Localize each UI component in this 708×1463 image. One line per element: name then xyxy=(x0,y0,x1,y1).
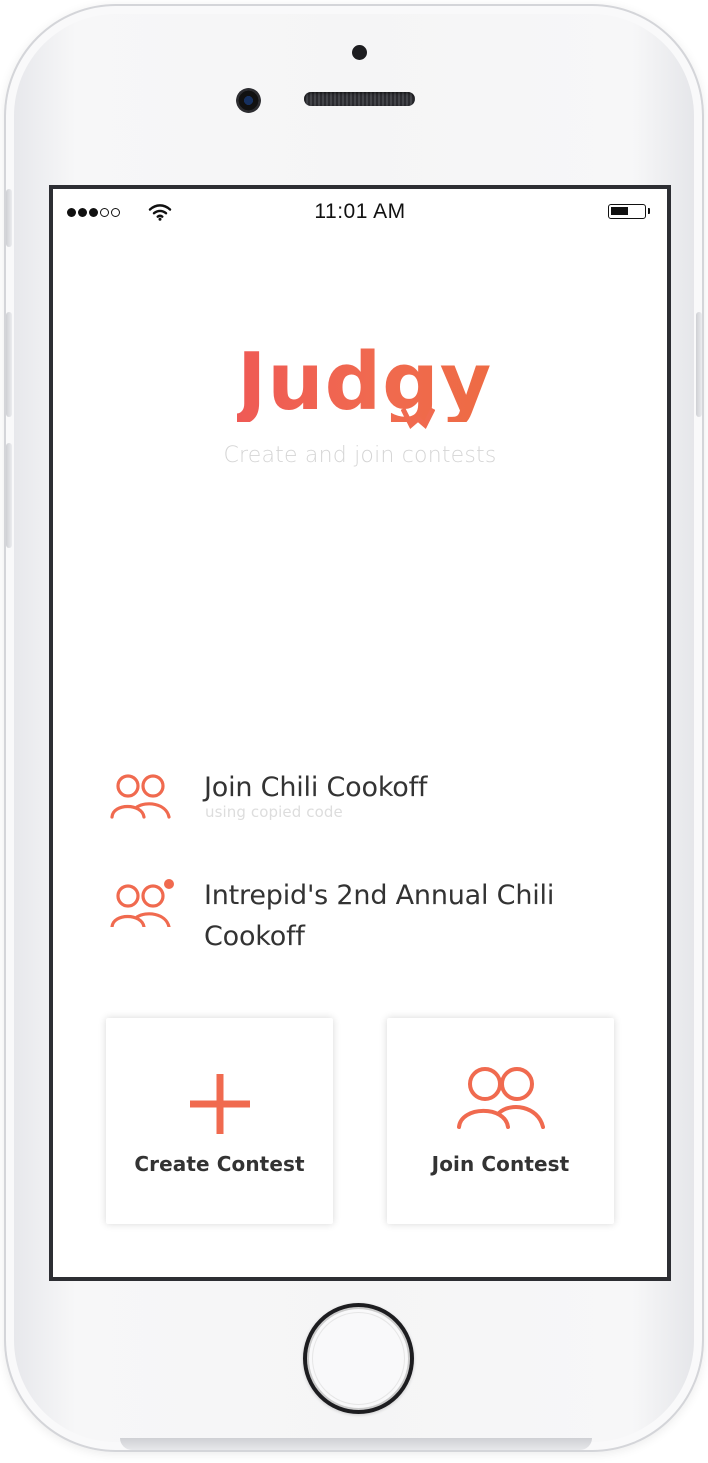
award-ribbon-icon xyxy=(401,407,435,429)
volume-up-button xyxy=(6,312,12,417)
recent-contest-subtitle: using copied code xyxy=(205,803,343,821)
group-notification-icon xyxy=(110,879,174,927)
recent-contest-intrepid[interactable]: Intrepid's 2nd Annual Chili Cookoff xyxy=(108,875,628,967)
group-icon xyxy=(456,1067,545,1129)
judgy-logo: Judgy xyxy=(237,339,491,435)
mute-switch xyxy=(6,189,12,247)
battery-outline xyxy=(608,204,646,219)
status-bar: 11:01 AM xyxy=(53,189,667,235)
power-button xyxy=(696,312,702,417)
device-bottom-edge xyxy=(120,1438,592,1450)
brand-name: Judgy xyxy=(237,336,493,428)
recent-contest-title: Intrepid's 2nd Annual Chili Cookoff xyxy=(204,880,555,952)
proximity-sensor xyxy=(352,45,367,60)
create-contest-label: Create Contest xyxy=(134,1152,305,1176)
recent-contest-title: Join Chili Cookoff xyxy=(204,772,428,803)
join-contest-label: Join Contest xyxy=(431,1152,570,1176)
app-screen: 11:01 AM Judgy Create and join contests xyxy=(49,185,671,1281)
front-camera-icon xyxy=(236,88,261,113)
group-icon xyxy=(110,774,171,819)
earpiece-speaker xyxy=(304,92,415,106)
battery-tip xyxy=(648,208,650,214)
app-tagline: Create and join contests xyxy=(223,443,497,468)
battery-icon xyxy=(608,203,652,221)
home-button[interactable] xyxy=(303,1303,414,1414)
status-time: 11:01 AM xyxy=(314,200,406,223)
join-contest-button[interactable]: Join Contest xyxy=(387,1018,614,1224)
create-contest-button[interactable]: Create Contest xyxy=(106,1018,333,1224)
recent-contest-copied-code[interactable]: Join Chili Cookoff using copied code xyxy=(108,767,628,832)
iphone-device-frame: 11:01 AM Judgy Create and join contests xyxy=(4,4,704,1452)
plus-icon xyxy=(189,1074,250,1134)
battery-level-fill xyxy=(611,207,628,215)
volume-down-button xyxy=(6,443,12,548)
